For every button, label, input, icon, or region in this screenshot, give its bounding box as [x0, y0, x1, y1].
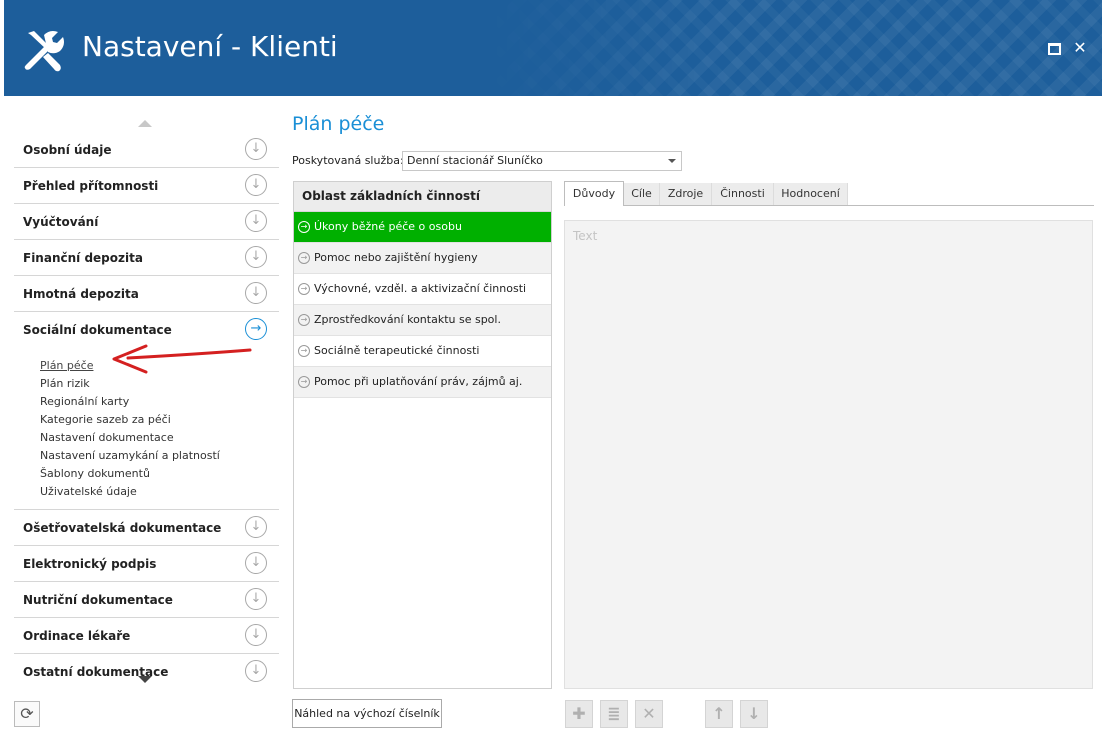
- close-icon: ✕: [1073, 38, 1087, 57]
- subitem-uzivatelske-udaje[interactable]: Uživatelské údaje: [40, 483, 279, 501]
- service-select-value: Denní stacionář Sluníčko: [407, 154, 543, 167]
- areas-header: Oblast základních činností: [294, 182, 551, 212]
- maximize-button[interactable]: [1046, 40, 1062, 56]
- detail-tabs: Důvody Cíle Zdroje Činnosti Hodnocení: [564, 181, 1094, 206]
- circle-arrow-down-icon[interactable]: ↓: [245, 138, 267, 160]
- sidebar-item-label: Osobní údaje: [23, 143, 112, 157]
- edit-button[interactable]: ≣: [600, 700, 628, 728]
- area-row-label: Sociálně terapeutické činnosti: [314, 344, 480, 357]
- service-label: Poskytovaná služba:: [292, 154, 404, 167]
- tab-duvody[interactable]: Důvody: [564, 181, 624, 206]
- annotation-arrow-icon: [112, 344, 252, 374]
- tab-cinnosti[interactable]: Činnosti: [712, 183, 774, 205]
- circle-arrow-down-icon[interactable]: ↓: [245, 588, 267, 610]
- sidebar-item-nutricni-dokumentace[interactable]: Nutriční dokumentace ↓: [14, 582, 279, 618]
- circle-arrow-down-icon[interactable]: ↓: [245, 246, 267, 268]
- title-bar: Nastavení - Klienti ✕: [4, 0, 1102, 96]
- circle-arrow-down-icon[interactable]: ↓: [245, 552, 267, 574]
- area-row[interactable]: → Výchovné, vzděl. a aktivizační činnost…: [294, 274, 551, 305]
- area-row-label: Zprostředkování kontaktu se spol.: [314, 313, 501, 326]
- circle-arrow-right-icon: →: [298, 252, 310, 264]
- tab-zdroje[interactable]: Zdroje: [660, 183, 712, 205]
- circle-arrow-down-icon[interactable]: ↓: [245, 210, 267, 232]
- sidebar-item-label: Nutriční dokumentace: [23, 593, 173, 607]
- subitem-regionalni-karty[interactable]: Regionální karty: [40, 393, 279, 411]
- page-title: Plán péče: [292, 113, 385, 135]
- title-bar-pattern: [482, 0, 1102, 96]
- refresh-icon: ⟳: [20, 704, 34, 723]
- sidebar: Osobní údaje ↓ Přehled přítomnosti ↓ Vyú…: [14, 110, 279, 682]
- sidebar-item-vyuctovani[interactable]: Vyúčtování ↓: [14, 204, 279, 240]
- arrow-down-icon: ↓: [747, 704, 761, 723]
- sidebar-item-elektronicky-podpis[interactable]: Elektronický podpis ↓: [14, 546, 279, 582]
- subitem-nastaveni-uzamykani[interactable]: Nastavení uzamykání a platností: [40, 447, 279, 465]
- text-area[interactable]: Text: [564, 220, 1093, 689]
- scroll-down-icon[interactable]: [138, 676, 152, 683]
- window-title: Nastavení - Klienti: [82, 30, 338, 63]
- service-select[interactable]: Denní stacionář Sluníčko: [402, 151, 682, 171]
- arrow-up-icon: ↑: [712, 704, 726, 723]
- delete-button[interactable]: ✕: [635, 700, 663, 728]
- circle-arrow-down-icon[interactable]: ↓: [245, 174, 267, 196]
- sidebar-item-label: Přehled přítomnosti: [23, 179, 159, 193]
- area-row-label: Pomoc nebo zajištění hygieny: [314, 251, 478, 264]
- sidebar-item-hmotna-depozita[interactable]: Hmotná depozita ↓: [14, 276, 279, 312]
- sidebar-item-label: Elektronický podpis: [23, 557, 157, 571]
- text-placeholder: Text: [573, 229, 598, 243]
- area-row[interactable]: → Pomoc nebo zajištění hygieny: [294, 243, 551, 274]
- sidebar-item-osobni-udaje[interactable]: Osobní údaje ↓: [14, 132, 279, 168]
- circle-arrow-down-icon[interactable]: ↓: [245, 660, 267, 682]
- sidebar-item-financni-depozita[interactable]: Finanční depozita ↓: [14, 240, 279, 276]
- subitem-sablony-dokumentu[interactable]: Šablony dokumentů: [40, 465, 279, 483]
- area-row[interactable]: → Pomoc při uplatňování práv, zájmů aj.: [294, 367, 551, 398]
- chevron-down-icon[interactable]: [668, 159, 676, 163]
- tab-hodnoceni[interactable]: Hodnocení: [774, 183, 848, 205]
- tab-cile[interactable]: Cíle: [624, 183, 660, 205]
- default-codelist-button[interactable]: Náhled na výchozí číselník: [292, 699, 442, 728]
- sidebar-item-ordinace-lekare[interactable]: Ordinace lékaře ↓: [14, 618, 279, 654]
- area-row-label: Pomoc při uplatňování práv, zájmů aj.: [314, 375, 523, 388]
- edit-icon: ≣: [607, 704, 621, 723]
- circle-arrow-right-icon: →: [298, 376, 310, 388]
- areas-list: Oblast základních činností → Úkony běžné…: [293, 181, 552, 689]
- circle-arrow-down-icon[interactable]: ↓: [245, 624, 267, 646]
- sidebar-item-label: Vyúčtování: [23, 215, 99, 229]
- area-row[interactable]: → Úkony běžné péče o osobu: [294, 212, 551, 243]
- subitem-kategorie-sazeb[interactable]: Kategorie sazeb za péči: [40, 411, 279, 429]
- sidebar-item-label: Hmotná depozita: [23, 287, 139, 301]
- scroll-up-icon[interactable]: [138, 120, 152, 127]
- area-row-label: Výchovné, vzděl. a aktivizační činnosti: [314, 282, 527, 295]
- refresh-button[interactable]: ⟳: [14, 701, 40, 727]
- area-row-label: Úkony běžné péče o osobu: [314, 220, 462, 233]
- move-down-button[interactable]: ↓: [740, 700, 768, 728]
- sidebar-item-prehled-pritomnosti[interactable]: Přehled přítomnosti ↓: [14, 168, 279, 204]
- circle-arrow-right-icon[interactable]: →: [245, 318, 267, 340]
- move-up-button[interactable]: ↑: [705, 700, 733, 728]
- area-row[interactable]: → Zprostředkování kontaktu se spol.: [294, 305, 551, 336]
- subitem-nastaveni-dokumentace[interactable]: Nastavení dokumentace: [40, 429, 279, 447]
- sidebar-item-label: Ošetřovatelská dokumentace: [23, 521, 222, 535]
- maximize-icon: [1047, 43, 1061, 55]
- sidebar-item-label: Ordinace lékaře: [23, 629, 131, 643]
- circle-arrow-down-icon[interactable]: ↓: [245, 282, 267, 304]
- circle-arrow-right-icon: →: [298, 314, 310, 326]
- sidebar-item-label: Sociální dokumentace: [23, 323, 172, 337]
- sidebar-item-label: Finanční depozita: [23, 251, 143, 265]
- plus-icon: ✚: [572, 704, 586, 723]
- sidebar-item-osetrovatelska-dokumentace[interactable]: Ošetřovatelská dokumentace ↓: [14, 510, 279, 546]
- area-row[interactable]: → Sociálně terapeutické činnosti: [294, 336, 551, 367]
- circle-arrow-down-icon[interactable]: ↓: [245, 516, 267, 538]
- close-button[interactable]: ✕: [1072, 40, 1088, 56]
- circle-arrow-right-icon: →: [298, 283, 310, 295]
- circle-arrow-right-icon: →: [298, 221, 310, 233]
- add-button[interactable]: ✚: [565, 700, 593, 728]
- circle-arrow-right-icon: →: [298, 345, 310, 357]
- delete-icon: ✕: [642, 704, 656, 723]
- sidebar-list: Osobní údaje ↓ Přehled přítomnosti ↓ Vyú…: [14, 132, 279, 682]
- wrench-screwdriver-icon: [24, 31, 64, 72]
